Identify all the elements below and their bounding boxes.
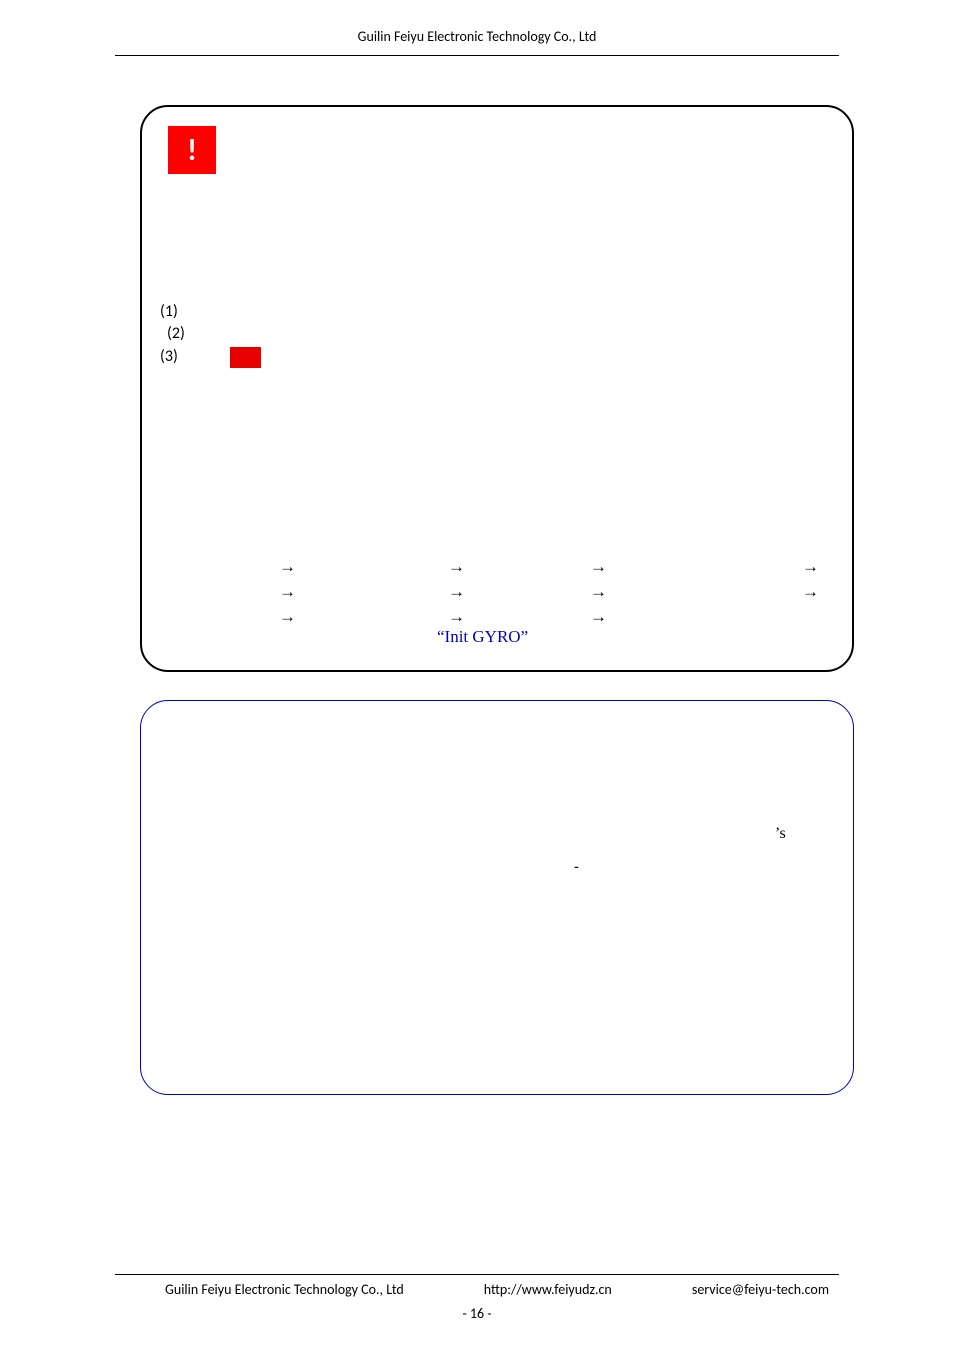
arrow-icon: → (590, 607, 607, 627)
arrow-icon: → (448, 582, 465, 602)
page-number: - 16 - (0, 1305, 954, 1322)
list-item-1: (1) (160, 302, 178, 321)
arrow-icon: → (279, 557, 296, 577)
list-item-2: (2) (167, 324, 185, 343)
warning-icon: ! (168, 126, 216, 174)
list-item-3: (3) (160, 347, 178, 366)
footer-url: http://www.feiyudz.cn (484, 1281, 612, 1298)
footer-email: service@feiyu-tech.com (692, 1281, 829, 1298)
footer-company: Guilin Feiyu Electronic Technology Co., … (165, 1281, 404, 1298)
warning-mark: ! (187, 132, 197, 169)
page-footer: Guilin Feiyu Electronic Technology Co., … (115, 1281, 839, 1298)
header-divider (115, 55, 839, 56)
info-box (140, 700, 854, 1095)
footer-divider (115, 1274, 839, 1275)
warning-box (140, 105, 854, 672)
arrow-icon: → (590, 582, 607, 602)
arrow-icon: → (802, 557, 819, 577)
arrow-icon: → (802, 582, 819, 602)
dash-text: - (574, 858, 579, 877)
arrow-icon: → (448, 607, 465, 627)
arrow-icon: → (448, 557, 465, 577)
init-gyro-text: “Init GYRO” (437, 627, 528, 647)
page-header: Guilin Feiyu Electronic Technology Co., … (0, 28, 954, 45)
arrow-icon: → (279, 607, 296, 627)
apostrophe-s-text: ’s (775, 825, 786, 843)
red-square-icon (230, 347, 261, 368)
arrow-icon: → (590, 557, 607, 577)
arrow-icon: → (279, 582, 296, 602)
